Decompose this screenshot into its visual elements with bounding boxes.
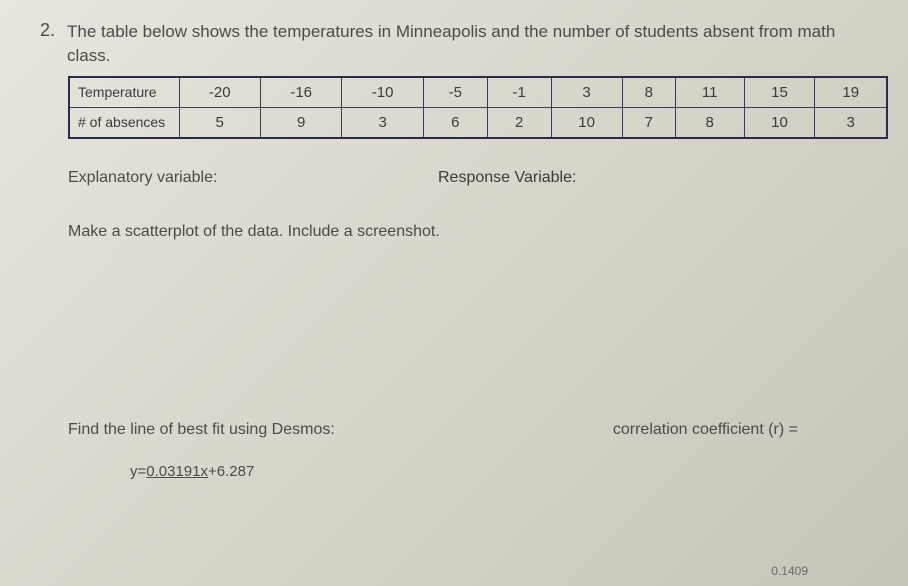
cell: 3 [342, 107, 423, 138]
cell: 6 [423, 107, 487, 138]
correlation-coefficient-label: correlation coefficient (r) = [613, 421, 798, 439]
cell: -10 [342, 77, 423, 108]
question-text: The table below shows the temperatures i… [67, 20, 868, 68]
response-variable-label: Response Variable: [438, 169, 576, 187]
cell: 9 [260, 107, 341, 138]
explanatory-variable-label: Explanatory variable: [68, 169, 438, 187]
table-row: Temperature -20 -16 -10 -5 -1 3 8 11 15 … [69, 77, 887, 108]
cell: 3 [815, 107, 887, 138]
cell: -1 [487, 77, 551, 108]
cell: -5 [423, 77, 487, 108]
cell: 8 [675, 107, 744, 138]
data-table: Temperature -20 -16 -10 -5 -1 3 8 11 15 … [68, 76, 888, 139]
variable-labels-row: Explanatory variable: Response Variable: [68, 169, 868, 187]
equation-intercept: +6.287 [208, 463, 254, 480]
equation-slope-term: 0.03191x [146, 463, 208, 480]
footer-value: 0.1409 [771, 564, 808, 578]
cell: 8 [622, 77, 675, 108]
question-block: 2. The table below shows the temperature… [40, 20, 868, 68]
bottom-row: Find the line of best fit using Desmos: … [68, 421, 868, 439]
cell: 11 [675, 77, 744, 108]
equation-prefix: y= [130, 463, 146, 480]
row-header-temperature: Temperature [69, 77, 179, 108]
scatterplot-instruction: Make a scatterplot of the data. Include … [68, 223, 868, 241]
cell: 5 [179, 107, 260, 138]
regression-equation: y=0.03191x+6.287 [130, 463, 868, 480]
find-line-instruction: Find the line of best fit using Desmos: [68, 421, 335, 439]
cell: 7 [622, 107, 675, 138]
cell: 3 [551, 77, 622, 108]
row-header-absences: # of absences [69, 107, 179, 138]
cell: 10 [744, 107, 815, 138]
cell: 2 [487, 107, 551, 138]
cell: 19 [815, 77, 887, 108]
cell: -16 [260, 77, 341, 108]
table-row: # of absences 5 9 3 6 2 10 7 8 10 3 [69, 107, 887, 138]
cell: -20 [179, 77, 260, 108]
data-table-wrap: Temperature -20 -16 -10 -5 -1 3 8 11 15 … [68, 76, 868, 139]
cell: 15 [744, 77, 815, 108]
cell: 10 [551, 107, 622, 138]
question-number: 2. [40, 20, 55, 41]
